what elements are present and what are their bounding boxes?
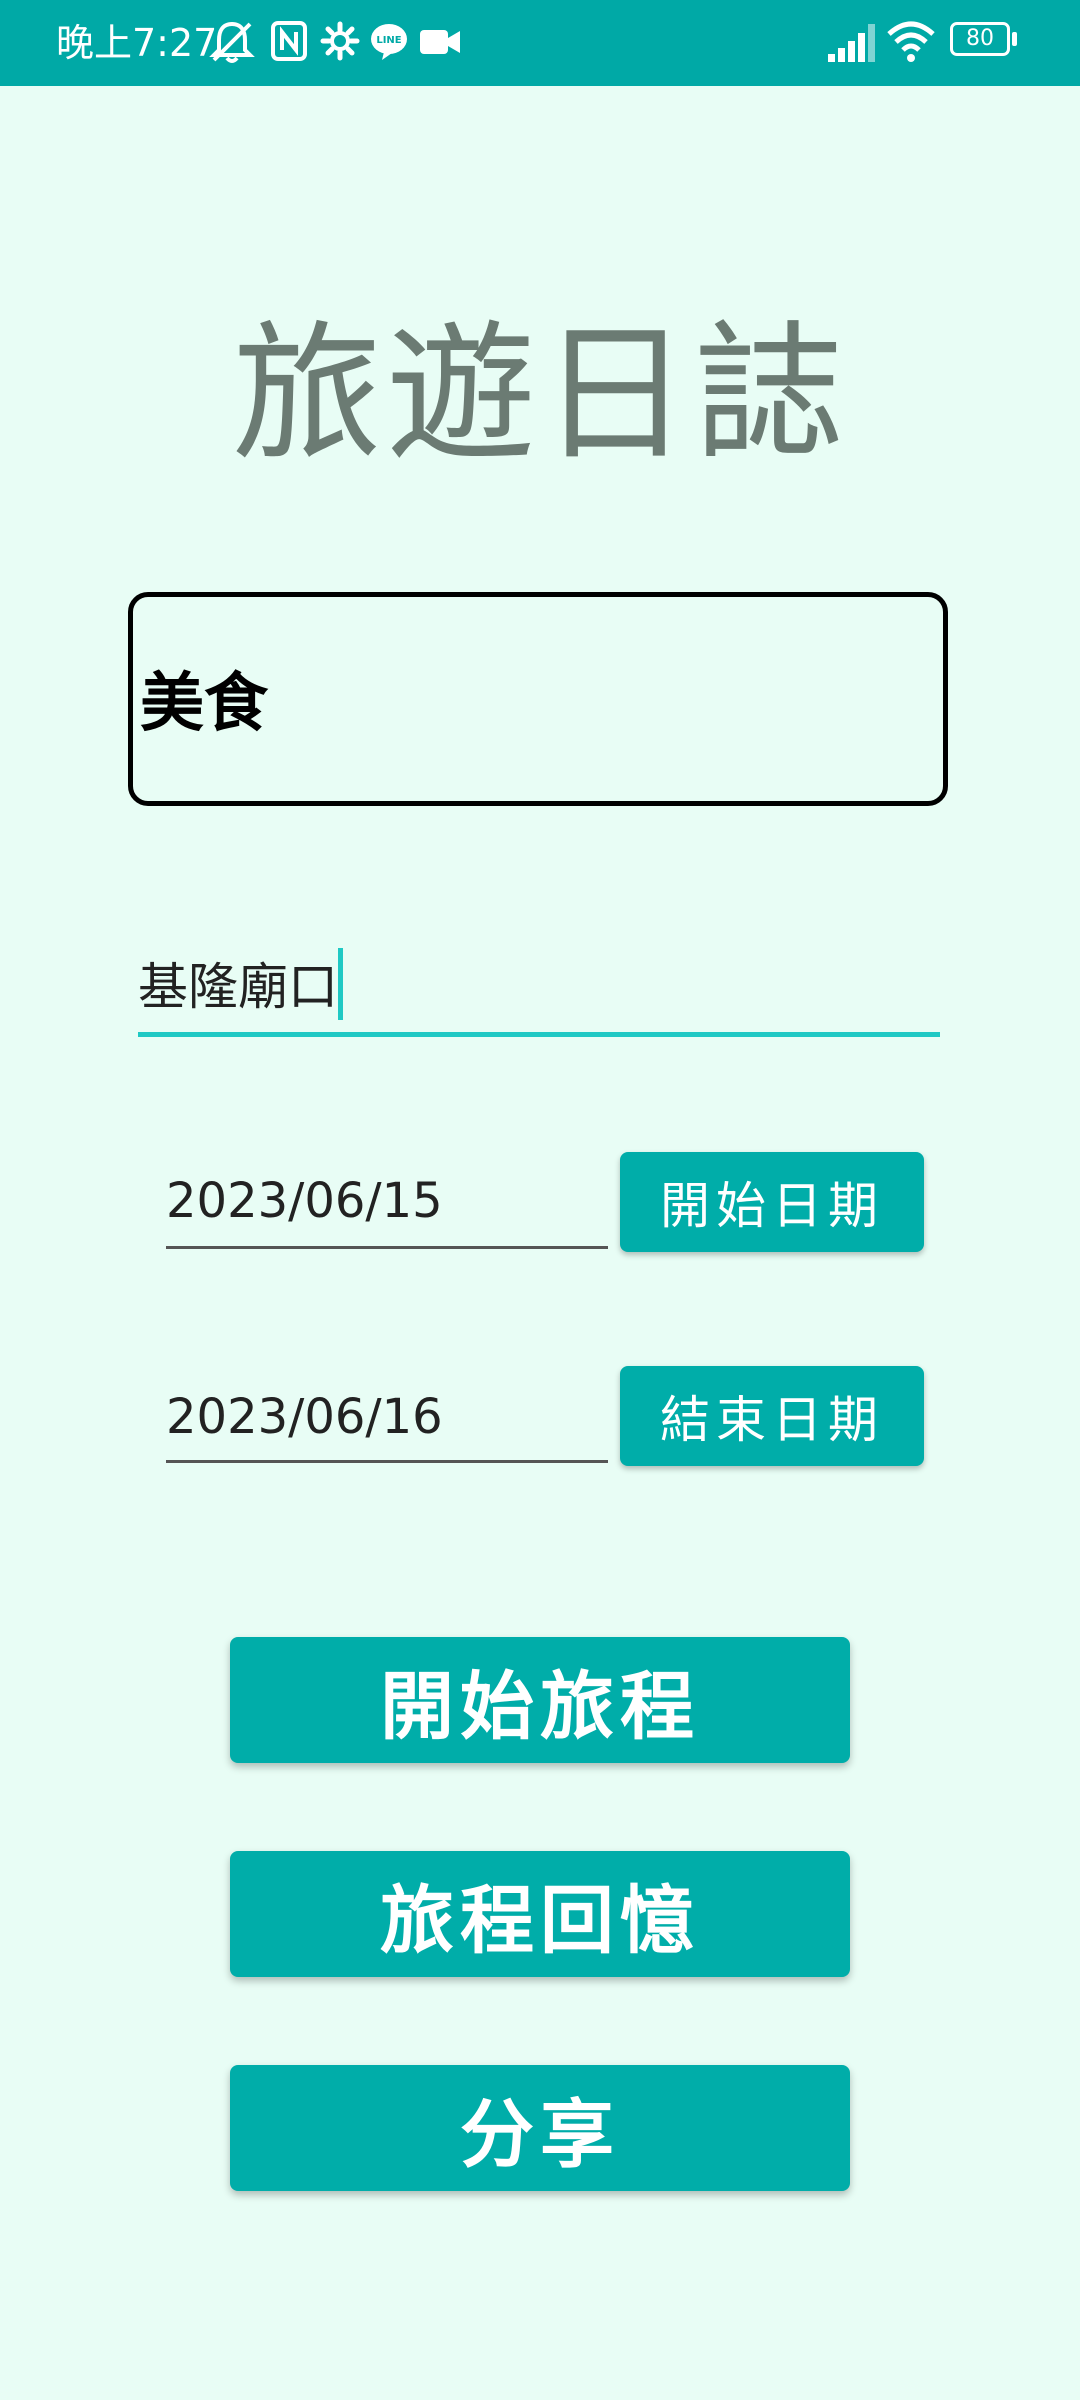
status-bar: 晚上7:27 LINE 80 <box>0 0 1080 86</box>
trip-memories-button[interactable]: 旅程回憶 <box>230 1851 850 1977</box>
video-camera-icon <box>418 20 462 66</box>
share-button[interactable]: 分享 <box>230 2065 850 2191</box>
signal-icon <box>826 18 878 70</box>
start-trip-button[interactable]: 開始旅程 <box>230 1637 850 1763</box>
start-date-button[interactable]: 開始日期 <box>620 1152 924 1252</box>
text-cursor <box>338 948 343 1020</box>
start-date-value: 2023/06/15 <box>166 1173 443 1229</box>
end-date-button[interactable]: 結束日期 <box>620 1366 924 1466</box>
battery-icon: 80 <box>950 22 1020 62</box>
page-title: 旅遊日誌 <box>231 308 848 482</box>
category-value: 美食 <box>140 667 268 741</box>
line-app-icon: LINE <box>368 20 410 66</box>
nfc-icon <box>270 20 308 66</box>
status-time: 晚上7:27 <box>56 21 218 65</box>
bell-off-icon <box>208 20 256 68</box>
end-date-value: 2023/06/16 <box>166 1389 443 1445</box>
place-value: 基隆廟口 <box>138 958 338 1016</box>
wifi-icon <box>886 18 936 70</box>
svg-text:LINE: LINE <box>376 35 401 46</box>
battery-level-text: 80 <box>966 26 994 51</box>
gear-icon <box>320 20 360 66</box>
